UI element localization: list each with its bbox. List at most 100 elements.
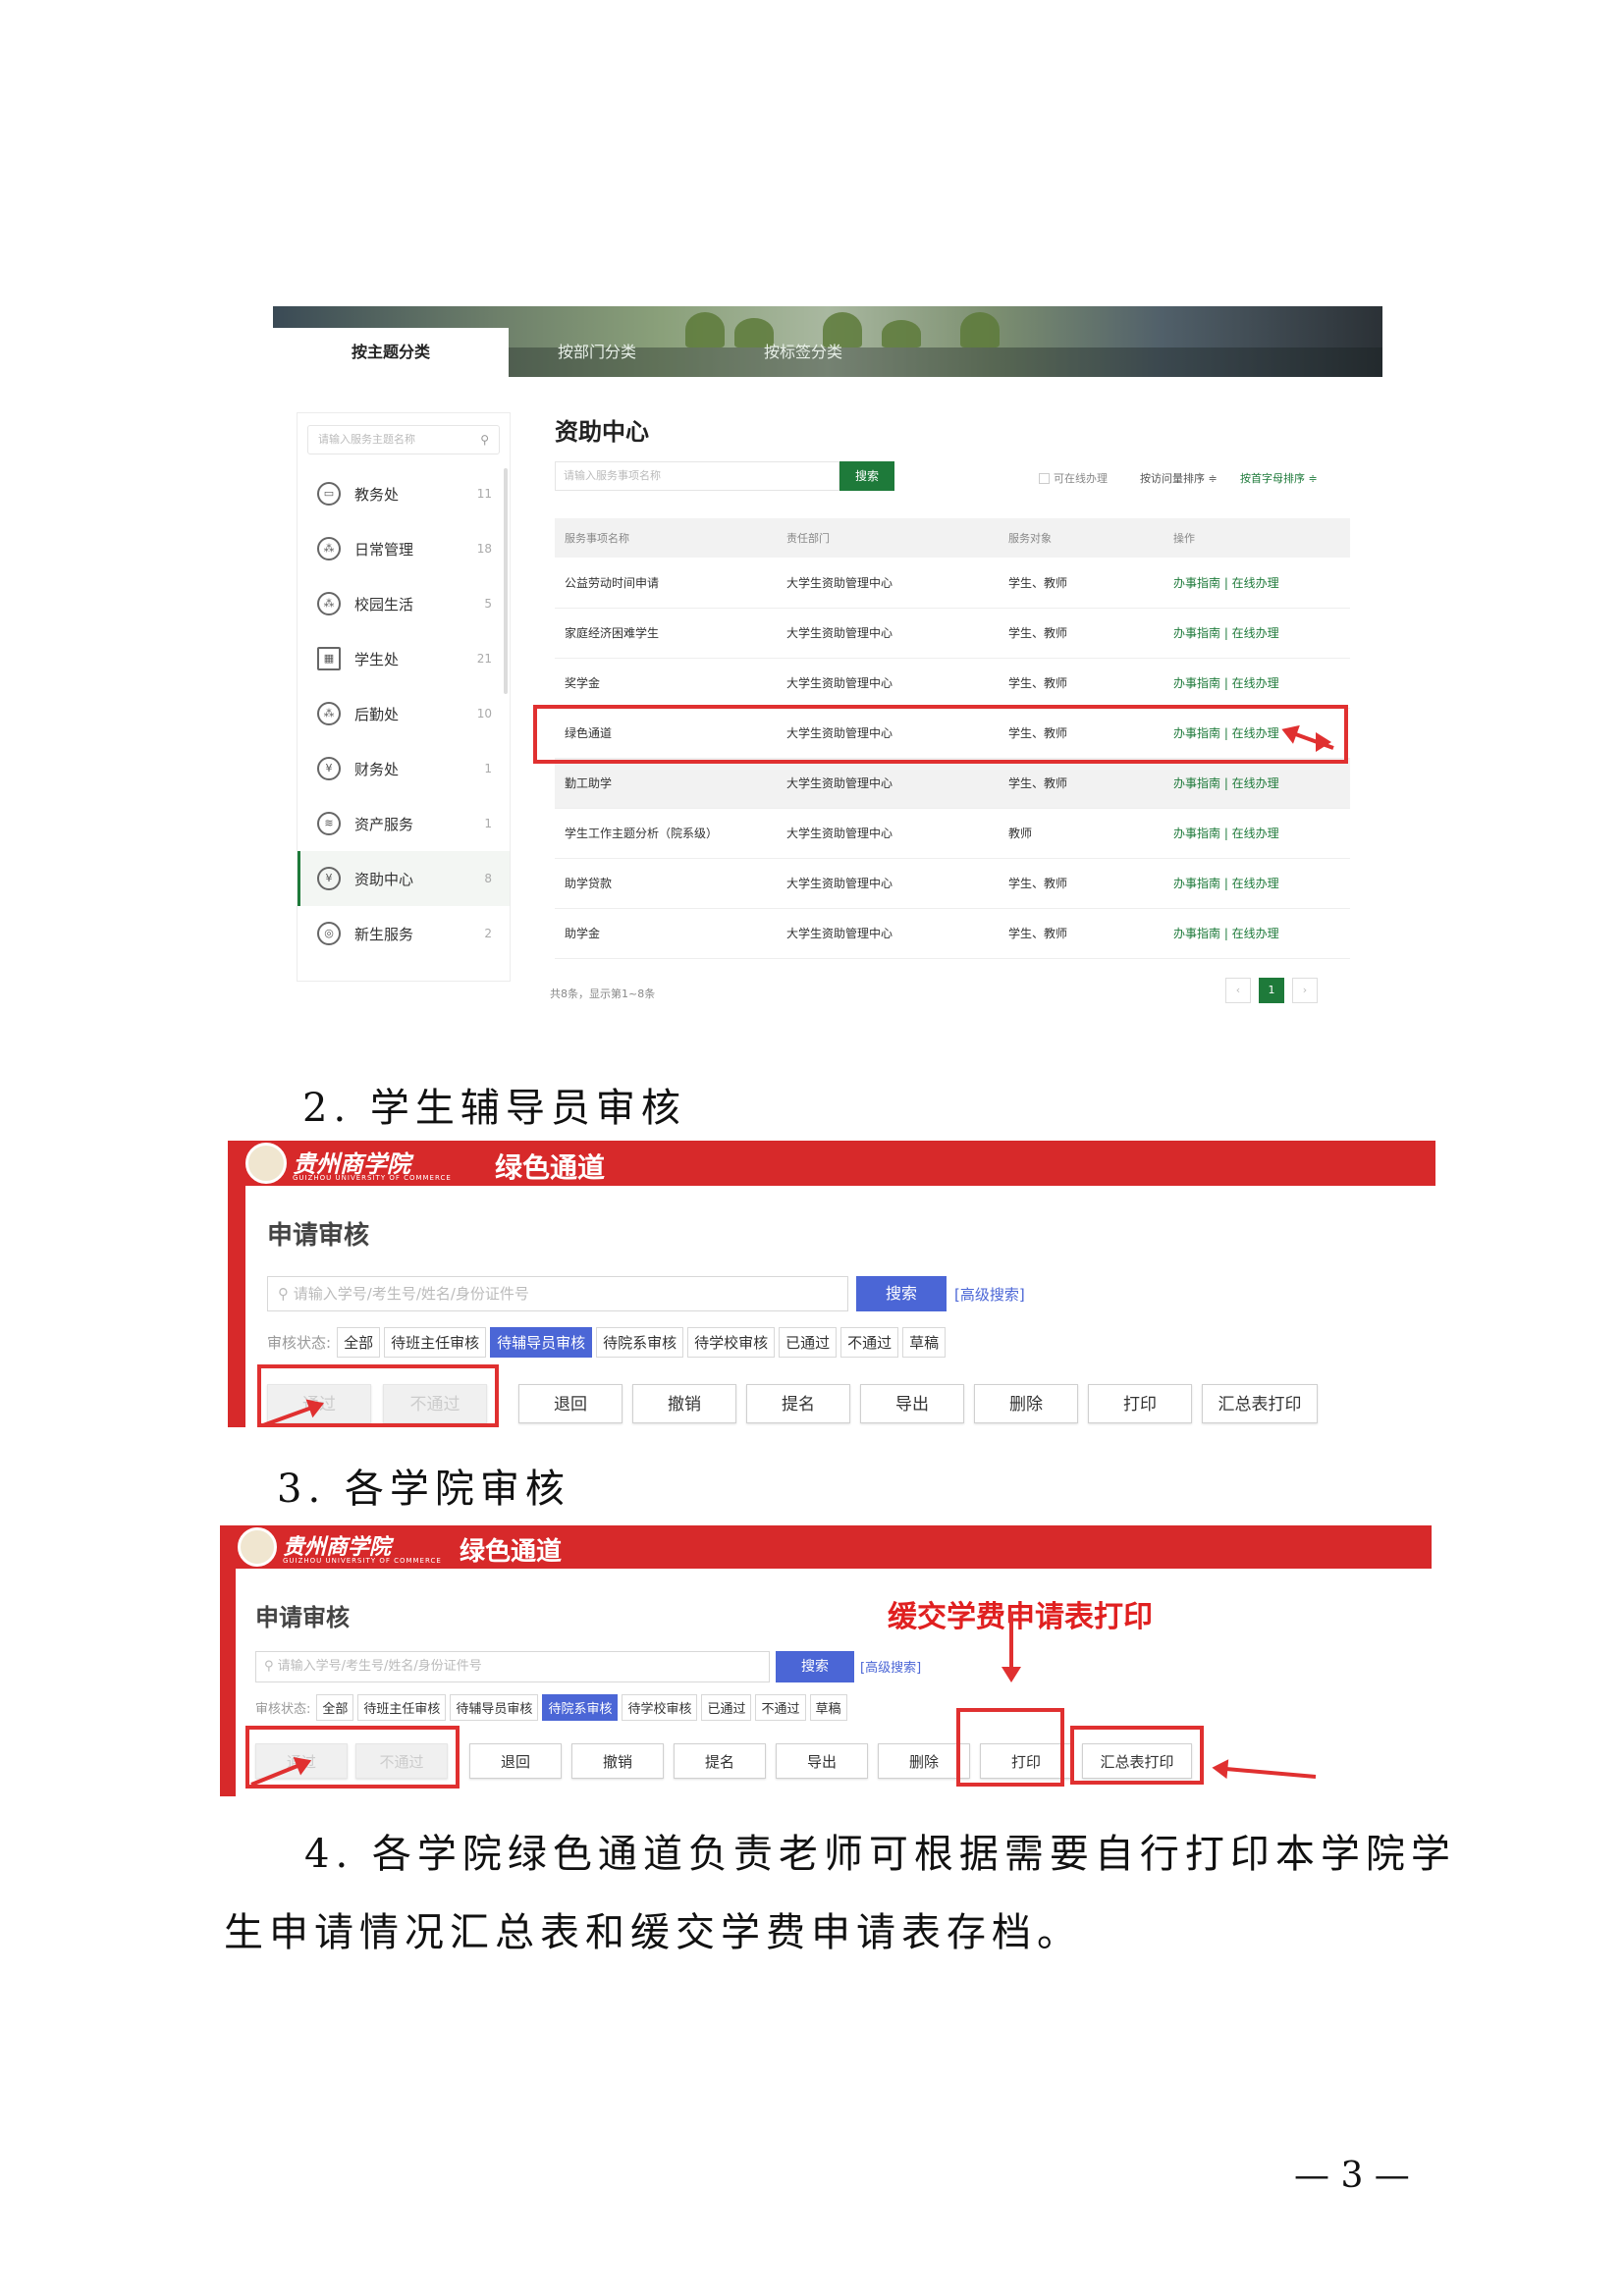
status-label: 审核状态: <box>255 1702 311 1717</box>
search-icon[interactable]: ⚲ <box>480 426 489 454</box>
advanced-search-link[interactable]: [高级搜索] <box>860 1657 921 1676</box>
page-title: 资助中心 <box>555 418 649 446</box>
row-actions[interactable]: 办事指南 | 在线办理 <box>1164 758 1350 809</box>
search-button[interactable]: 搜索 <box>839 461 894 491</box>
grid-icon: ▦ <box>317 647 341 670</box>
app-title: 绿色通道 <box>460 1537 563 1567</box>
row-actions[interactable]: 办事指南 | 在线办理 <box>1164 558 1350 609</box>
column-header: 服务事项名称 <box>555 518 777 558</box>
delete-button[interactable]: 删除 <box>974 1384 1078 1423</box>
sidebar-item-academic[interactable]: ▭ 教务处 11 <box>298 466 510 521</box>
row-actions[interactable]: 办事指南 | 在线办理 <box>1164 608 1350 659</box>
column-header: 责任部门 <box>777 518 999 558</box>
search-icon: ⚲ <box>278 1285 294 1303</box>
export-button[interactable]: 导出 <box>860 1384 964 1423</box>
revoke-button[interactable]: 撤销 <box>632 1384 736 1423</box>
topic-sidebar: 请输入服务主题名称 ⚲ ▭ 教务处 11 ⁂ 日常管理 18 ⁂ 校园生活 5 ▦ 学生处 21… <box>297 412 511 982</box>
status-chip-department[interactable]: 待院系审核 <box>542 1694 619 1721</box>
highlight-box-summary-print <box>1070 1726 1204 1785</box>
status-chip-class-teacher[interactable]: 待班主任审核 <box>357 1694 447 1721</box>
sidebar-item-finance[interactable]: ¥ 财务处 1 <box>298 741 510 796</box>
annotation-text: 缓交学费申请表打印 <box>888 1600 1153 1634</box>
layers-icon: ≋ <box>317 812 341 835</box>
nominate-button[interactable]: 提名 <box>746 1384 850 1423</box>
network-icon: ⁂ <box>317 592 341 615</box>
highlight-box-green-channel <box>533 705 1348 764</box>
school-name-en: GUIZHOU UNIVERSITY OF COMMERCE <box>283 1557 442 1565</box>
paragraph-step-4-line1: 4. 各学院绿色通道负责老师可根据需要自行打印本学院学 <box>304 1832 1456 1877</box>
status-chip-class-teacher[interactable]: 待班主任审核 <box>384 1327 487 1358</box>
page-1-button[interactable]: 1 <box>1259 978 1284 1003</box>
sort-by-visits[interactable]: 按访问量排序 ≑ <box>1140 470 1218 486</box>
result-count: 共8条，显示第1~8条 <box>550 988 656 1000</box>
export-button[interactable]: 导出 <box>776 1743 868 1779</box>
row-actions[interactable]: 办事指南 | 在线办理 <box>1164 658 1350 709</box>
search-button[interactable]: 搜索 <box>856 1276 947 1311</box>
return-button[interactable]: 退回 <box>469 1743 562 1779</box>
heading-step-2: 2. 学生辅导员审核 <box>302 1086 686 1131</box>
sidebar-item-campus-life[interactable]: ⁂ 校园生活 5 <box>298 576 510 631</box>
app-title: 绿色通道 <box>495 1151 606 1184</box>
status-chip-passed[interactable]: 已通过 <box>701 1694 752 1721</box>
advanced-search-link[interactable]: [高级搜索] <box>954 1284 1025 1305</box>
status-chip-all[interactable]: 全部 <box>316 1694 354 1721</box>
print-button[interactable]: 打印 <box>1088 1384 1192 1423</box>
status-chip-draft[interactable]: 草稿 <box>902 1327 947 1358</box>
sidebar-item-aid-center[interactable]: ¥ 资助中心 8 <box>298 851 510 906</box>
sidebar-item-logistics[interactable]: ⁂ 后勤处 10 <box>298 686 510 741</box>
status-label: 审核状态: <box>267 1334 332 1352</box>
search-input[interactable]: ⚲ 请输入学号/考生号/姓名/身份证件号 <box>255 1651 770 1682</box>
tab-by-department[interactable]: 按部门分类 <box>558 328 636 377</box>
sidebar-item-daily[interactable]: ⁂ 日常管理 18 <box>298 521 510 576</box>
highlight-box-approve-reject <box>257 1364 499 1427</box>
online-only-checkbox[interactable]: 可在线办理 <box>1039 470 1108 486</box>
status-chip-all[interactable]: 全部 <box>337 1327 381 1358</box>
nominate-button[interactable]: 提名 <box>674 1743 766 1779</box>
search-button[interactable]: 搜索 <box>776 1651 854 1682</box>
revoke-button[interactable]: 撤销 <box>571 1743 664 1779</box>
toolbar: 请输入服务事项名称 搜索 可在线办理 按访问量排序 ≑ 按首字母排序 ≑ <box>543 452 1378 499</box>
status-chip-school[interactable]: 待学校审核 <box>622 1694 698 1721</box>
fingerprint-icon: ◎ <box>317 922 341 945</box>
table-row: 奖学金 大学生资助管理中心 学生、教师 办事指南 | 在线办理 <box>555 658 1350 709</box>
tab-by-tag[interactable]: 按标签分类 <box>764 328 842 377</box>
main-panel: 资助中心 请输入服务事项名称 搜索 可在线办理 按访问量排序 ≑ 按首字母排序 … <box>543 412 1378 499</box>
column-header: 操作 <box>1164 518 1350 558</box>
return-button[interactable]: 退回 <box>518 1384 623 1423</box>
row-actions[interactable]: 办事指南 | 在线办理 <box>1164 808 1350 859</box>
next-page-button[interactable]: › <box>1292 978 1318 1003</box>
tab-by-topic[interactable]: 按主题分类 <box>273 328 509 377</box>
prev-page-button[interactable]: ‹ <box>1225 978 1251 1003</box>
status-chip-passed[interactable]: 已通过 <box>779 1327 838 1358</box>
row-actions[interactable]: 办事指南 | 在线办理 <box>1164 908 1350 959</box>
row-actions[interactable]: 办事指南 | 在线办理 <box>1164 858 1350 909</box>
review-screenshot-college: 贵州商学院 GUIZHOU UNIVERSITY OF COMMERCE 绿色通… <box>220 1525 1432 1796</box>
sidebar-item-freshman[interactable]: ◎ 新生服务 2 <box>298 906 510 961</box>
school-logo <box>245 1143 287 1184</box>
status-chip-department[interactable]: 待院系审核 <box>596 1327 684 1358</box>
service-portal-screenshot: 按主题分类 按部门分类 按标签分类 请输入服务主题名称 ⚲ ▭ 教务处 11 ⁂ 日常… <box>273 306 1382 1013</box>
status-chip-rejected[interactable]: 不通过 <box>755 1694 806 1721</box>
heading-step-3: 3. 各学院审核 <box>277 1467 570 1512</box>
service-search-input[interactable]: 请输入服务事项名称 <box>555 461 839 491</box>
table-row: 公益劳动时间申请 大学生资助管理中心 学生、教师 办事指南 | 在线办理 <box>555 558 1350 609</box>
status-chip-draft[interactable]: 草稿 <box>809 1694 847 1721</box>
sidebar-search-input[interactable]: 请输入服务主题名称 ⚲ <box>307 425 500 454</box>
summary-print-button[interactable]: 汇总表打印 <box>1202 1384 1318 1423</box>
column-header: 服务对象 <box>999 518 1164 558</box>
sidebar-item-assets[interactable]: ≋ 资产服务 1 <box>298 796 510 851</box>
table-row: 家庭经济困难学生 大学生资助管理中心 学生、教师 办事指南 | 在线办理 <box>555 608 1350 659</box>
app-side-strip <box>228 1141 245 1427</box>
status-chip-rejected[interactable]: 不通过 <box>840 1327 899 1358</box>
status-chip-counselor[interactable]: 待辅导员审核 <box>490 1327 593 1358</box>
highlight-box-approve-reject <box>245 1726 460 1789</box>
section-title: 申请审核 <box>267 1221 370 1251</box>
search-input[interactable]: ⚲ 请输入学号/考生号/姓名/身份证件号 <box>267 1276 848 1311</box>
page-number: — 3 — <box>1294 2156 1410 2196</box>
sidebar-item-student-affairs[interactable]: ▦ 学生处 21 <box>298 631 510 686</box>
sort-by-alpha[interactable]: 按首字母排序 ≑ <box>1240 470 1318 486</box>
status-chip-counselor[interactable]: 待辅导员审核 <box>450 1694 539 1721</box>
sidebar-scrollbar[interactable] <box>504 468 508 694</box>
board-icon: ▭ <box>317 482 341 506</box>
status-chip-school[interactable]: 待学校审核 <box>687 1327 776 1358</box>
